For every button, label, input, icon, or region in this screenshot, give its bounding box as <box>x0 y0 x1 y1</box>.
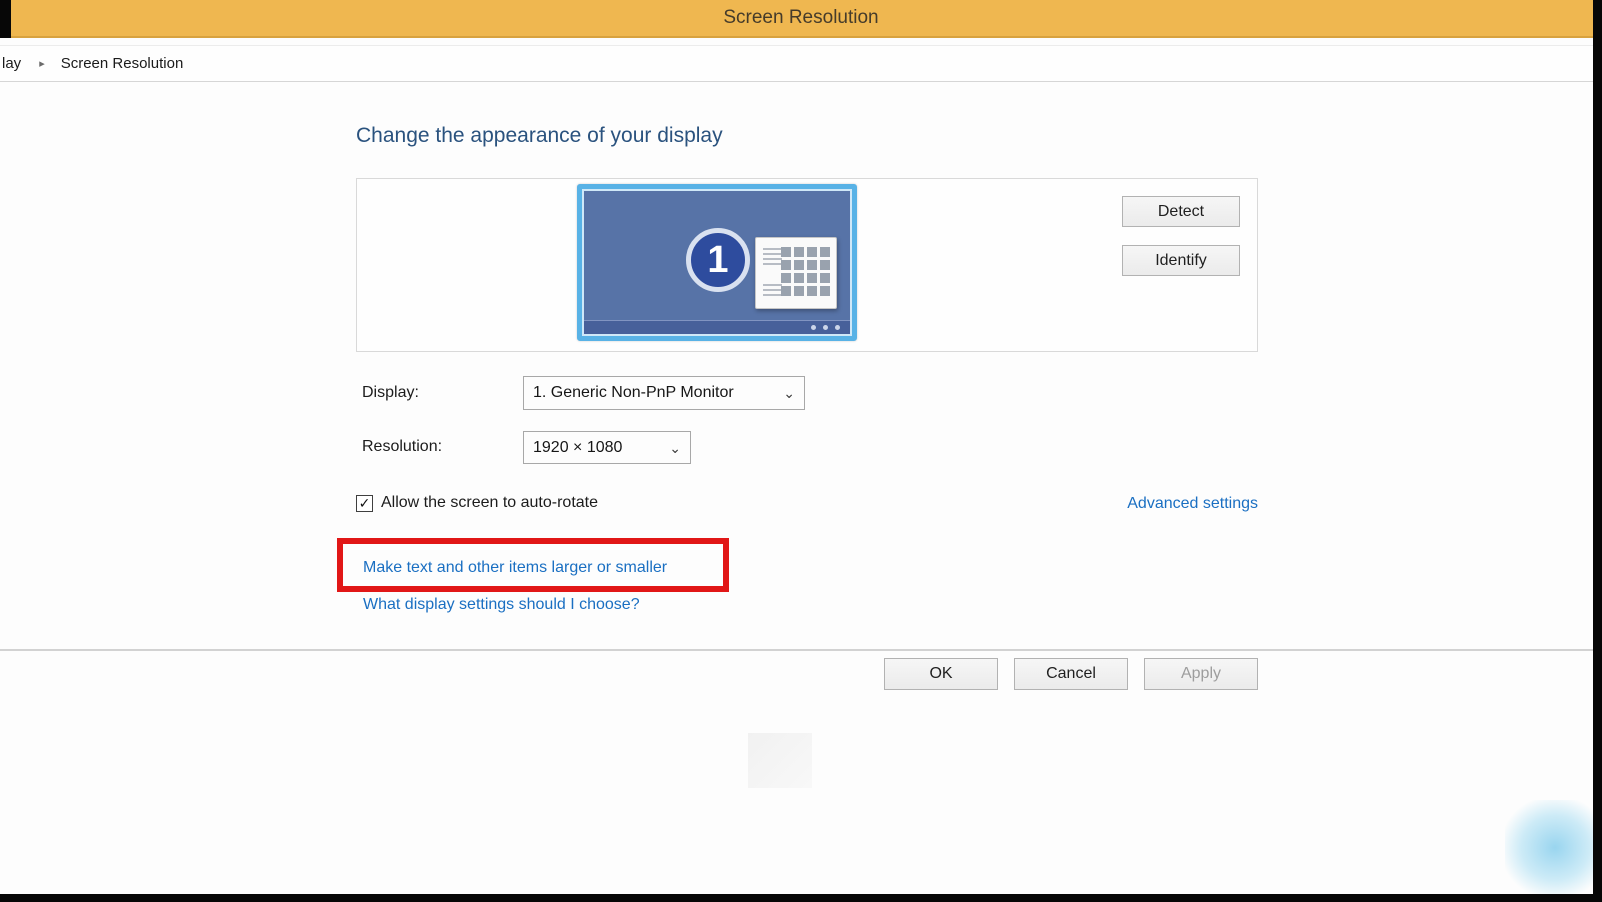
monitor-preview[interactable]: 1 <box>577 184 857 341</box>
apply-button[interactable]: Apply <box>1144 658 1258 690</box>
display-select-value: 1. Generic Non-PnP Monitor <box>533 384 734 401</box>
display-settings-help-link[interactable]: What display settings should I choose? <box>363 596 640 614</box>
resolution-label: Resolution: <box>362 438 443 455</box>
resolution-select[interactable]: 1920 × 1080 ⌄ <box>523 431 691 464</box>
ellipsis-dot-icon <box>811 325 816 330</box>
right-black-edge <box>1593 0 1602 902</box>
identify-button[interactable]: Identify <box>1122 245 1240 276</box>
keypad-key-grid <box>781 247 830 296</box>
ellipsis-dot-icon <box>823 325 828 330</box>
window-title: Screen Resolution <box>723 7 879 28</box>
ellipsis-dot-icon <box>835 325 840 330</box>
screen-resolution-window: Screen Resolution lay ▸ Screen Resolutio… <box>0 0 1602 902</box>
autorotate-checkbox[interactable]: ✓ <box>356 494 373 512</box>
display-label: Display: <box>362 384 419 401</box>
autorotate-label[interactable]: Allow the screen to auto-rotate <box>381 494 598 512</box>
display-select[interactable]: 1. Generic Non-PnP Monitor ⌄ <box>523 376 805 410</box>
blurred-watermark <box>748 733 812 788</box>
keypad-icon <box>755 237 837 309</box>
breadcrumb: lay ▸ Screen Resolution <box>0 45 1602 82</box>
advanced-settings-link[interactable]: Advanced settings <box>1127 495 1258 513</box>
corner-logo-blur <box>1505 800 1602 895</box>
footer-divider <box>0 649 1602 651</box>
breadcrumb-arrow-icon: ▸ <box>39 58 45 70</box>
ok-button[interactable]: OK <box>884 658 998 690</box>
window-titlebar: Screen Resolution <box>0 0 1602 38</box>
keypad-text-lines <box>763 284 782 296</box>
breadcrumb-item-display-partial[interactable]: lay <box>2 55 21 72</box>
red-highlight-box <box>337 538 729 592</box>
chevron-down-icon: ⌄ <box>783 385 795 401</box>
autorotate-row: ✓ Allow the screen to auto-rotate <box>356 494 598 512</box>
breadcrumb-item-current[interactable]: Screen Resolution <box>61 55 184 72</box>
cancel-button[interactable]: Cancel <box>1014 658 1128 690</box>
resolution-select-value: 1920 × 1080 <box>533 438 623 456</box>
page-title: Change the appearance of your display <box>356 124 723 147</box>
detect-button[interactable]: Detect <box>1122 196 1240 227</box>
monitor-number-badge: 1 <box>686 228 750 292</box>
chevron-down-icon: ⌄ <box>669 439 681 456</box>
checkmark-icon: ✓ <box>358 495 371 511</box>
top-left-black-patch <box>0 0 11 38</box>
monitor-bottom-strip <box>584 320 850 334</box>
keypad-text-lines <box>763 248 782 265</box>
bottom-black-edge <box>0 894 1602 902</box>
